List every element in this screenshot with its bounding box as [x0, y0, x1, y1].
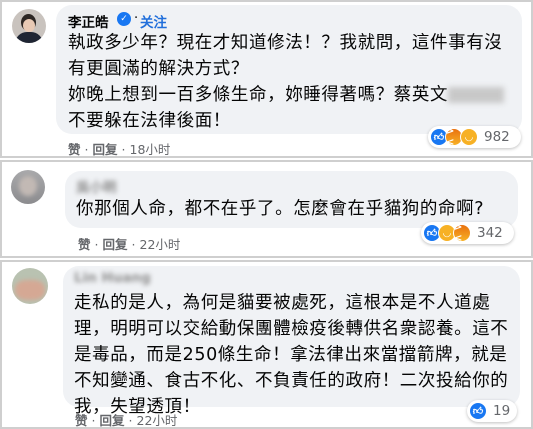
like-button[interactable]: 赞	[78, 237, 91, 252]
comment-actions: 赞 · 回复 · 22小时	[78, 234, 180, 253]
avatar-suit	[15, 32, 43, 43]
comment-time[interactable]: 22小时	[137, 413, 178, 428]
separator-dot: ·	[128, 413, 133, 428]
reply-button[interactable]: 回复	[100, 413, 125, 428]
comment-author[interactable]: 李正皓	[68, 11, 109, 31]
like-button[interactable]: 赞	[75, 413, 88, 428]
avatar-blur	[15, 280, 45, 300]
reply-button[interactable]: 回复	[93, 142, 118, 157]
like-icon: 👍︎	[469, 402, 487, 420]
separator-dot: ·	[134, 11, 139, 26]
separator-dot: ·	[84, 142, 89, 157]
avatar-blur	[19, 176, 37, 196]
reaction-count: 982	[484, 129, 510, 145]
reply-button[interactable]: 回复	[103, 237, 128, 252]
comment-text-part: 不要躲在法律後面！	[68, 111, 231, 131]
comment-author[interactable]: Lin Huang	[74, 270, 151, 286]
comment-text-part: 妳晚上想到一百多條生命，妳睡得著嗎？蔡英文	[68, 85, 449, 105]
comment-time[interactable]: 18小时	[130, 142, 171, 157]
comment-actions: 赞 · 回复 · 18小时	[68, 139, 170, 158]
verified-badge-icon: ✓	[117, 12, 131, 26]
separator-dot: ·	[121, 142, 126, 157]
angry-icon: ><	[453, 222, 471, 244]
reaction-count: 19	[493, 403, 511, 419]
comment-text: 走私的是人，為何是貓要被處死，這根本是不人道處理，明明可以交給動保團體檢疫後轉供…	[74, 293, 509, 417]
reaction-summary[interactable]: 👍︎ 19	[467, 400, 517, 422]
comment-time[interactable]: 22小时	[140, 237, 181, 252]
reaction-summary[interactable]: 👍︎ ◡ >< 342	[421, 222, 514, 244]
haha-icon: ◡	[460, 128, 478, 146]
like-button[interactable]: 赞	[68, 142, 81, 157]
follow-button[interactable]: 关注	[140, 11, 167, 31]
reaction-summary[interactable]: 👍︎ >< ◡ 982	[428, 126, 521, 148]
avatar[interactable]	[12, 9, 46, 43]
separator-dot: ·	[94, 237, 99, 252]
separator-dot: ·	[91, 413, 96, 428]
avatar-face	[23, 19, 35, 32]
redacted-text	[448, 87, 505, 103]
avatar[interactable]	[11, 170, 45, 204]
reaction-count: 342	[477, 225, 503, 241]
separator-dot: ·	[131, 237, 136, 252]
comment-text: 執政多少年？現在才知道修法！？我就問，這件事有沒有更圓滿的解決方式？	[68, 33, 503, 79]
comment-text: 你那個人命，都不在乎了。怎麼會在乎貓狗的命啊?	[76, 199, 485, 219]
comment-actions: 赞 · 回复 · 22小时	[75, 410, 177, 429]
comment-author[interactable]: 吳小明	[76, 176, 117, 196]
avatar[interactable]	[12, 268, 48, 304]
